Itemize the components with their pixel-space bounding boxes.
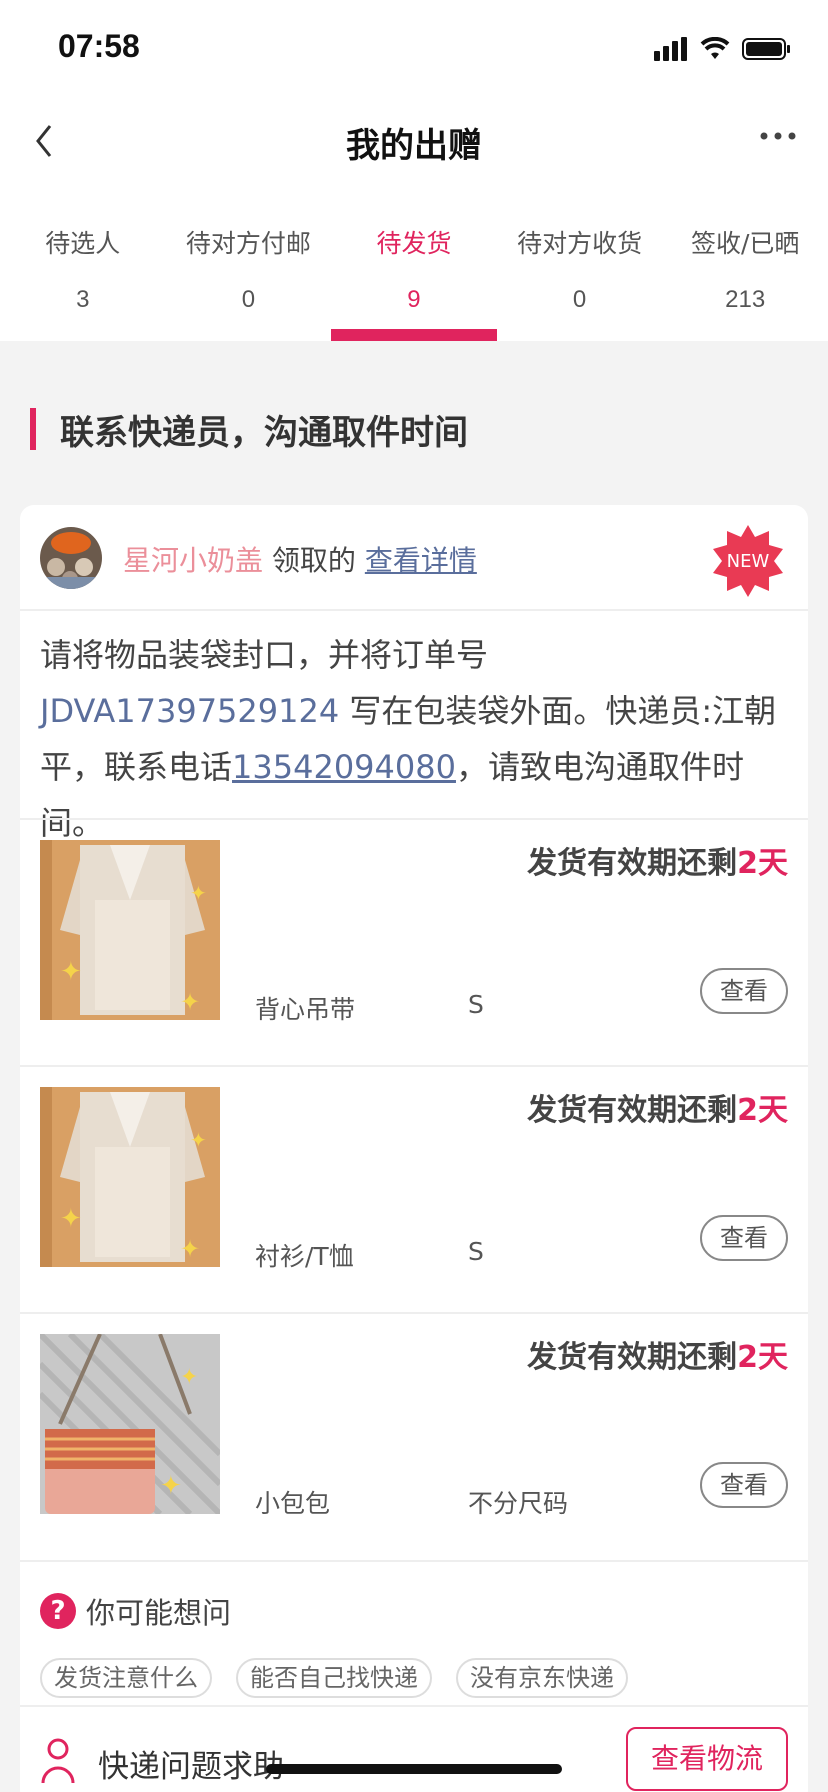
item-photo[interactable]: ✦ ✦ ✦ (40, 1087, 220, 1267)
avatar[interactable] (40, 527, 102, 589)
shipping-deadline: 发货有效期还剩2天 (527, 1085, 788, 1129)
tab-label: 签收/已晒 (690, 229, 800, 258)
shipping-deadline: 发货有效期还剩2天 (527, 838, 788, 882)
tab-count: 0 (572, 286, 587, 313)
deadline-days: 2天 (737, 1093, 788, 1128)
person-icon (41, 1738, 75, 1784)
svg-text:✦: ✦ (190, 1128, 207, 1152)
item-size: S (468, 1237, 484, 1266)
order-card: 星河小奶盖 领取的 查看详情 NEW 请将物品装袋封口，并将订单号 JDVA17… (20, 505, 808, 1792)
list-item: ✦ ✦ ✦ 发货有效期还剩2天 衬衫/T恤 S 查看 (20, 1065, 808, 1312)
faq-title: 你可能想问 (86, 1596, 232, 1630)
wifi-icon (700, 37, 730, 59)
status-icons (654, 34, 792, 64)
tab-pending-receipt[interactable]: 待对方收货 0 (497, 188, 663, 341)
tab-received-shared[interactable]: 签收/已晒 213 (662, 188, 828, 341)
deadline-days: 2天 (737, 1340, 788, 1375)
view-details-link[interactable]: 查看详情 (365, 544, 477, 577)
view-item-button[interactable]: 查看 (700, 1462, 788, 1508)
courier-help-label[interactable]: 快递问题求助 (98, 1741, 284, 1786)
courier-help-row: 快递问题求助 查看物流 (20, 1705, 808, 1792)
tab-label: 待对方付邮 (185, 229, 311, 258)
tab-count: 9 (407, 286, 421, 313)
list-item: ✦ ✦ ✦ 发货有效期还剩2天 背心吊带 S 查看 (20, 818, 808, 1065)
svg-text:✦: ✦ (180, 1365, 198, 1390)
more-icon[interactable] (758, 130, 798, 142)
svg-text:✦: ✦ (60, 957, 82, 987)
faq-chip-no-jd-express[interactable]: 没有京东快递 (456, 1658, 628, 1698)
section-title-text: 联系快递员，沟通取件时间 (60, 412, 468, 453)
order-number: JDVA17397529124 (40, 692, 340, 730)
tab-pending-select[interactable]: 待选人 3 (0, 188, 166, 341)
item-category: 背心吊带 (255, 995, 356, 1024)
giver-action: 领取的 (271, 544, 356, 577)
new-badge-icon: NEW (713, 525, 783, 597)
list-item: ✦ ✦ 发货有效期还剩2天 小包包 不分尺码 查看 (20, 1312, 808, 1559)
item-category: 小包包 (255, 1489, 331, 1518)
active-tab-indicator (331, 329, 497, 341)
svg-text:✦: ✦ (160, 1471, 182, 1501)
item-size: S (468, 990, 484, 1019)
tab-label: 待对方收货 (517, 229, 643, 258)
tab-pending-shipment[interactable]: 待发货 9 (331, 188, 497, 341)
faq-section: ? 你可能想问 发货注意什么 能否自己找快递 没有京东快递 (20, 1560, 808, 1706)
view-item-button[interactable]: 查看 (700, 1215, 788, 1261)
item-category: 衬衫/T恤 (255, 1242, 354, 1271)
deadline-prefix: 发货有效期还剩 (527, 846, 738, 881)
section-accent-bar (30, 408, 36, 450)
new-badge-text: NEW (727, 551, 770, 572)
view-logistics-button[interactable]: 查看物流 (626, 1727, 788, 1791)
tab-count: 213 (725, 286, 766, 313)
tab-pending-postage[interactable]: 待对方付邮 0 (166, 188, 332, 341)
deadline-prefix: 发货有效期还剩 (527, 1340, 738, 1375)
item-size: 不分尺码 (468, 1489, 569, 1518)
giver-line: 星河小奶盖 领取的 查看详情 (123, 539, 477, 579)
status-time: 07:58 (58, 28, 140, 64)
page-title: 我的出赠 (346, 126, 482, 166)
tab-count: 0 (241, 286, 256, 313)
instruction-text: 请将物品装袋封口，并将订单号 (40, 636, 489, 674)
status-tabs: 待选人 3 待对方付邮 0 待发货 9 待对方收货 0 签收/已晒 213 (0, 188, 828, 341)
signal-icon (654, 37, 687, 61)
faq-chip-shipping-notes[interactable]: 发货注意什么 (40, 1658, 212, 1698)
svg-text:✦: ✦ (180, 988, 200, 1016)
item-photo[interactable]: ✦ ✦ (40, 1334, 220, 1514)
question-icon: ? (40, 1593, 76, 1629)
tab-label: 待发货 (376, 229, 452, 258)
home-indicator[interactable] (266, 1764, 562, 1774)
giver-name[interactable]: 星河小奶盖 (123, 544, 263, 577)
nav-bar: 我的出赠 (0, 96, 828, 188)
tab-label: 待选人 (45, 229, 121, 258)
faq-chip-own-courier[interactable]: 能否自己找快递 (236, 1658, 432, 1698)
tab-count: 3 (76, 286, 90, 313)
svg-text:✦: ✦ (180, 1235, 200, 1263)
shipping-deadline: 发货有效期还剩2天 (527, 1332, 788, 1376)
status-bar: 07:58 (0, 0, 828, 96)
view-item-button[interactable]: 查看 (700, 968, 788, 1014)
item-photo[interactable]: ✦ ✦ ✦ (40, 840, 220, 1020)
faq-header: ? 你可能想问 (40, 1590, 231, 1632)
svg-text:✦: ✦ (190, 881, 207, 905)
courier-phone-link[interactable]: 13542094080 (232, 748, 456, 786)
faq-chips: 发货注意什么 能否自己找快递 没有京东快递 (40, 1658, 628, 1698)
deadline-days: 2天 (737, 846, 788, 881)
svg-text:✦: ✦ (60, 1204, 82, 1234)
card-header: 星河小奶盖 领取的 查看详情 NEW (20, 505, 808, 611)
section-title: 联系快递员，沟通取件时间 (30, 408, 468, 453)
battery-icon (742, 38, 790, 60)
deadline-prefix: 发货有效期还剩 (527, 1093, 738, 1128)
